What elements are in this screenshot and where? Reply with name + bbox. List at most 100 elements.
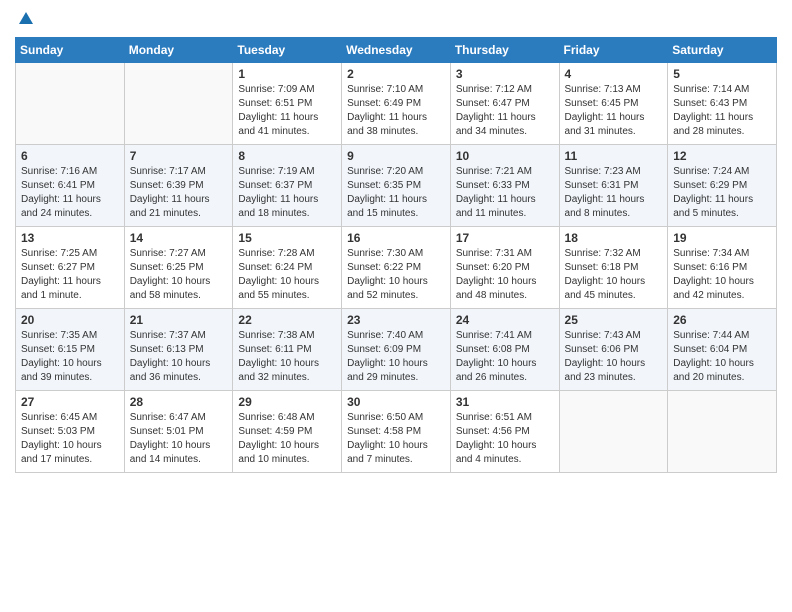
day-number: 19 [673, 231, 771, 245]
calendar-cell: 14 Sunrise: 7:27 AM Sunset: 6:25 PM Dayli… [124, 227, 233, 309]
calendar-week-row: 27 Sunrise: 6:45 AM Sunset: 5:03 PM Dayli… [16, 391, 777, 473]
day-info: Sunrise: 6:47 AM Sunset: 5:01 PM Dayligh… [130, 411, 228, 467]
calendar-cell: 5 Sunrise: 7:14 AM Sunset: 6:43 PM Daylig… [668, 63, 777, 145]
calendar-cell: 24Sunrise: 7:41 AM Sunset: 6:08 PM Dayli… [450, 309, 559, 391]
weekday-header-sunday: Sunday [16, 38, 125, 63]
calendar-cell: 7 Sunrise: 7:17 AM Sunset: 6:39 PM Daylig… [124, 145, 233, 227]
day-info: Sunrise: 7:12 AM Sunset: 6:47 PM Dayligh… [456, 83, 554, 139]
day-number: 29 [238, 395, 336, 409]
calendar-cell: 26Sunrise: 7:44 AM Sunset: 6:04 PM Dayli… [668, 309, 777, 391]
weekday-header-friday: Friday [559, 38, 668, 63]
day-number: 15 [238, 231, 336, 245]
day-number: 16 [347, 231, 445, 245]
calendar-cell: 20Sunrise: 7:35 AM Sunset: 6:15 PM Dayli… [16, 309, 125, 391]
day-info: Sunrise: 7:17 AM Sunset: 6:39 PM Dayligh… [130, 165, 228, 221]
day-info: Sunrise: 6:50 AM Sunset: 4:58 PM Dayligh… [347, 411, 445, 467]
day-info: Sunrise: 7:13 AM Sunset: 6:45 PM Dayligh… [565, 83, 663, 139]
day-number: 5 [673, 67, 771, 81]
day-info: Sunrise: 7:28 AM Sunset: 6:24 PM Dayligh… [238, 247, 336, 303]
day-info: Sunrise: 7:32 AM Sunset: 6:18 PM Dayligh… [565, 247, 663, 303]
day-info: Sunrise: 7:20 AM Sunset: 6:35 PM Dayligh… [347, 165, 445, 221]
day-info: Sunrise: 7:34 AM Sunset: 6:16 PM Dayligh… [673, 247, 771, 303]
calendar-cell [124, 63, 233, 145]
day-number: 26 [673, 313, 771, 327]
day-number: 9 [347, 149, 445, 163]
calendar-cell: 31 Sunrise: 6:51 AM Sunset: 4:56 PM Dayli… [450, 391, 559, 473]
calendar-cell: 13 Sunrise: 7:25 AM Sunset: 6:27 PM Dayli… [16, 227, 125, 309]
calendar-cell: 17 Sunrise: 7:31 AM Sunset: 6:20 PM Dayli… [450, 227, 559, 309]
day-number: 20 [21, 313, 119, 327]
day-number: 1 [238, 67, 336, 81]
calendar-cell: 28Sunrise: 6:47 AM Sunset: 5:01 PM Dayli… [124, 391, 233, 473]
day-number: 25 [565, 313, 663, 327]
day-info: Sunrise: 7:31 AM Sunset: 6:20 PM Dayligh… [456, 247, 554, 303]
day-info: Sunrise: 7:40 AM Sunset: 6:09 PM Dayligh… [347, 329, 445, 385]
day-number: 13 [21, 231, 119, 245]
day-number: 4 [565, 67, 663, 81]
calendar-cell: 2 Sunrise: 7:10 AM Sunset: 6:49 PM Daylig… [342, 63, 451, 145]
calendar-cell: 22 Sunrise: 7:38 AM Sunset: 6:11 PM Dayli… [233, 309, 342, 391]
calendar-cell: 11 Sunrise: 7:23 AM Sunset: 6:31 PM Dayli… [559, 145, 668, 227]
weekday-header-row: SundayMondayTuesdayWednesdayThursdayFrid… [16, 38, 777, 63]
calendar-cell: 29Sunrise: 6:48 AM Sunset: 4:59 PM Dayli… [233, 391, 342, 473]
day-number: 6 [21, 149, 119, 163]
calendar-cell: 27 Sunrise: 6:45 AM Sunset: 5:03 PM Dayli… [16, 391, 125, 473]
day-info: Sunrise: 7:14 AM Sunset: 6:43 PM Dayligh… [673, 83, 771, 139]
day-info: Sunrise: 7:27 AM Sunset: 6:25 PM Dayligh… [130, 247, 228, 303]
day-number: 8 [238, 149, 336, 163]
day-number: 2 [347, 67, 445, 81]
day-number: 11 [565, 149, 663, 163]
day-info: Sunrise: 7:41 AM Sunset: 6:08 PM Dayligh… [456, 329, 554, 385]
calendar-cell: 16 Sunrise: 7:30 AM Sunset: 6:22 PM Dayli… [342, 227, 451, 309]
calendar-cell [16, 63, 125, 145]
calendar-week-row: 6Sunrise: 7:16 AM Sunset: 6:41 PM Daylig… [16, 145, 777, 227]
day-info: Sunrise: 7:25 AM Sunset: 6:27 PM Dayligh… [21, 247, 119, 303]
day-info: Sunrise: 7:10 AM Sunset: 6:49 PM Dayligh… [347, 83, 445, 139]
calendar-week-row: 20Sunrise: 7:35 AM Sunset: 6:15 PM Dayli… [16, 309, 777, 391]
day-info: Sunrise: 6:51 AM Sunset: 4:56 PM Dayligh… [456, 411, 554, 467]
day-number: 22 [238, 313, 336, 327]
day-number: 31 [456, 395, 554, 409]
header [15, 10, 777, 31]
day-info: Sunrise: 7:19 AM Sunset: 6:37 PM Dayligh… [238, 165, 336, 221]
calendar-cell: 9 Sunrise: 7:20 AM Sunset: 6:35 PM Daylig… [342, 145, 451, 227]
calendar-table: SundayMondayTuesdayWednesdayThursdayFrid… [15, 37, 777, 473]
calendar-cell: 6Sunrise: 7:16 AM Sunset: 6:41 PM Daylig… [16, 145, 125, 227]
calendar-week-row: 13 Sunrise: 7:25 AM Sunset: 6:27 PM Dayli… [16, 227, 777, 309]
weekday-header-tuesday: Tuesday [233, 38, 342, 63]
calendar-cell: 3 Sunrise: 7:12 AM Sunset: 6:47 PM Daylig… [450, 63, 559, 145]
calendar-cell [668, 391, 777, 473]
day-number: 30 [347, 395, 445, 409]
weekday-header-saturday: Saturday [668, 38, 777, 63]
calendar-cell: 18 Sunrise: 7:32 AM Sunset: 6:18 PM Dayli… [559, 227, 668, 309]
day-info: Sunrise: 7:23 AM Sunset: 6:31 PM Dayligh… [565, 165, 663, 221]
page: SundayMondayTuesdayWednesdayThursdayFrid… [0, 0, 792, 612]
day-info: Sunrise: 7:38 AM Sunset: 6:11 PM Dayligh… [238, 329, 336, 385]
day-number: 14 [130, 231, 228, 245]
calendar-cell: 10 Sunrise: 7:21 AM Sunset: 6:33 PM Dayli… [450, 145, 559, 227]
calendar-cell: 25Sunrise: 7:43 AM Sunset: 6:06 PM Dayli… [559, 309, 668, 391]
day-info: Sunrise: 7:21 AM Sunset: 6:33 PM Dayligh… [456, 165, 554, 221]
calendar-cell: 1 Sunrise: 7:09 AM Sunset: 6:51 PM Daylig… [233, 63, 342, 145]
day-info: Sunrise: 7:09 AM Sunset: 6:51 PM Dayligh… [238, 83, 336, 139]
day-number: 21 [130, 313, 228, 327]
calendar-week-row: 1 Sunrise: 7:09 AM Sunset: 6:51 PM Daylig… [16, 63, 777, 145]
day-number: 7 [130, 149, 228, 163]
day-info: Sunrise: 7:30 AM Sunset: 6:22 PM Dayligh… [347, 247, 445, 303]
day-number: 12 [673, 149, 771, 163]
day-number: 17 [456, 231, 554, 245]
day-number: 3 [456, 67, 554, 81]
weekday-header-thursday: Thursday [450, 38, 559, 63]
logo-triangle-icon [18, 10, 34, 31]
day-number: 27 [21, 395, 119, 409]
day-number: 23 [347, 313, 445, 327]
day-info: Sunrise: 6:45 AM Sunset: 5:03 PM Dayligh… [21, 411, 119, 467]
calendar-cell: 21 Sunrise: 7:37 AM Sunset: 6:13 PM Dayli… [124, 309, 233, 391]
calendar-cell: 4 Sunrise: 7:13 AM Sunset: 6:45 PM Daylig… [559, 63, 668, 145]
calendar-cell: 30 Sunrise: 6:50 AM Sunset: 4:58 PM Dayli… [342, 391, 451, 473]
day-number: 18 [565, 231, 663, 245]
calendar-cell [559, 391, 668, 473]
day-number: 10 [456, 149, 554, 163]
day-info: Sunrise: 7:37 AM Sunset: 6:13 PM Dayligh… [130, 329, 228, 385]
calendar-cell: 23 Sunrise: 7:40 AM Sunset: 6:09 PM Dayli… [342, 309, 451, 391]
